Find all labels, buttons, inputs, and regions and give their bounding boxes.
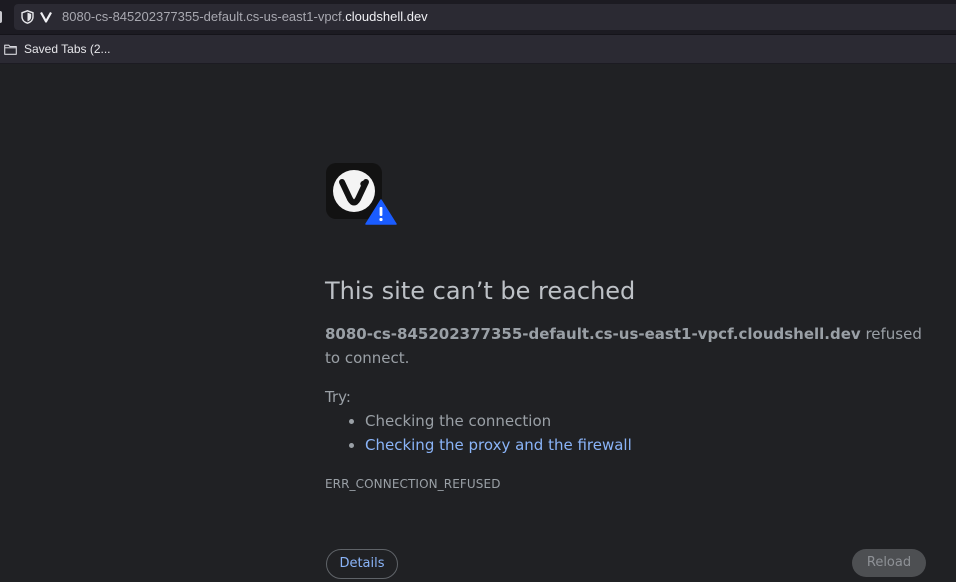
error-message: 8080-cs-845202377355-default.cs-us-east1… bbox=[325, 322, 935, 370]
browser-logo-icon bbox=[326, 163, 397, 225]
url-host: cloudshell.dev bbox=[345, 9, 428, 24]
sidebar-toggle-edge[interactable] bbox=[0, 11, 2, 23]
browser-window: 8080-cs-845202377355-default.cs-us-east1… bbox=[0, 0, 956, 582]
try-label: Try: bbox=[325, 388, 351, 406]
error-page: This site can’t be reached 8080-cs-84520… bbox=[0, 64, 956, 582]
error-code: ERR_CONNECTION_REFUSED bbox=[325, 477, 501, 491]
reload-button[interactable]: Reload bbox=[852, 549, 926, 577]
bookmarks-bar: Saved Tabs (2... bbox=[0, 35, 956, 64]
details-button[interactable]: Details bbox=[326, 549, 398, 579]
url-prefix: 8080-cs-845202377355-default.cs-us-east1… bbox=[62, 9, 346, 24]
suggestion-check-connection: Checking the connection bbox=[365, 409, 632, 433]
url-text[interactable]: 8080-cs-845202377355-default.cs-us-east1… bbox=[62, 8, 428, 26]
vivaldi-v-icon[interactable] bbox=[40, 11, 52, 23]
bookmark-folder-saved-tabs[interactable]: Saved Tabs (2... bbox=[4, 40, 111, 58]
folder-icon bbox=[4, 44, 17, 55]
error-host: 8080-cs-845202377355-default.cs-us-east1… bbox=[325, 325, 861, 343]
proxy-firewall-link[interactable]: Checking the proxy and the firewall bbox=[365, 436, 632, 454]
error-headline: This site can’t be reached bbox=[325, 277, 636, 305]
shield-icon[interactable] bbox=[21, 10, 34, 24]
address-bar: 8080-cs-845202377355-default.cs-us-east1… bbox=[0, 0, 956, 35]
suggestions-list: Checking the connection Checking the pro… bbox=[325, 409, 632, 457]
suggestion-check-proxy-firewall[interactable]: Checking the proxy and the firewall bbox=[365, 433, 632, 457]
bookmark-folder-label: Saved Tabs (2... bbox=[24, 42, 111, 56]
